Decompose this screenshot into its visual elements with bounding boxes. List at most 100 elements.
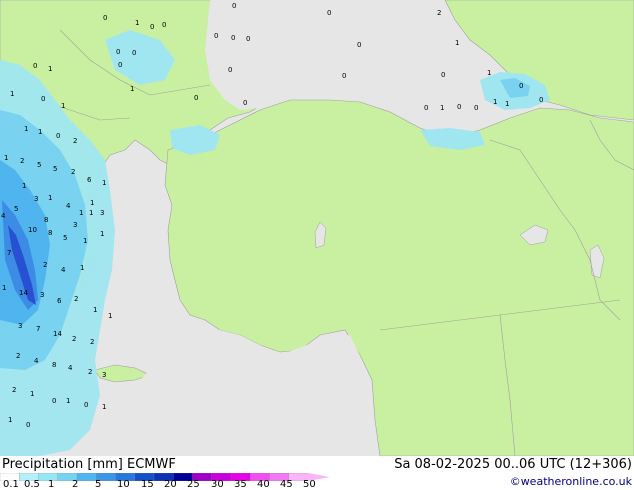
value-label: 2 (20, 157, 24, 165)
value-label: 1 (89, 209, 93, 217)
value-label: 3 (102, 371, 106, 379)
value-label: 1 (108, 312, 112, 320)
value-label: 1 (8, 416, 12, 424)
value-label: 0 (52, 397, 56, 405)
value-label: 0 (342, 72, 346, 80)
value-label: 4 (68, 364, 73, 372)
value-label: 0 (539, 96, 543, 104)
value-label: 0 (246, 35, 250, 43)
scale-tick: 5 (95, 479, 102, 490)
value-label: 7 (7, 249, 11, 257)
value-label: 5 (53, 165, 57, 173)
value-label: 6 (57, 297, 62, 305)
value-label: 1 (24, 125, 28, 133)
value-label: 0 (194, 94, 198, 102)
product-title: Precipitation [mm] ECMWF (2, 457, 176, 472)
value-label: 3 (34, 195, 38, 203)
value-label: 2 (72, 335, 76, 343)
value-label: 0 (457, 103, 461, 111)
value-label: 1 (440, 104, 444, 112)
value-label: 3 (100, 209, 104, 217)
value-label: 7 (36, 325, 40, 333)
precipitation-map: 0 0 1 0 0 0 2 0 1 0 0 0 0 0 0 1 0 0 1 0 … (0, 0, 634, 456)
value-label: 4 (34, 357, 39, 365)
value-label: 0 (231, 34, 235, 42)
value-label: 4 (61, 266, 66, 274)
value-label: 0 (162, 21, 166, 29)
value-label: 0 (103, 14, 107, 22)
value-label: 1 (38, 128, 42, 136)
value-label: 0 (243, 99, 247, 107)
scale-tick: 2 (72, 479, 79, 490)
value-label: 2 (71, 168, 75, 176)
value-label: 10 (28, 226, 37, 234)
value-label: 1 (30, 390, 34, 398)
value-label: 8 (48, 229, 52, 237)
value-label: 1 (80, 264, 84, 272)
scale-tick: 40 (257, 479, 270, 490)
value-label: 2 (74, 295, 78, 303)
map-footer: Precipitation [mm] ECMWF Sa 08-02-2025 0… (0, 456, 634, 490)
scale-tick: 50 (303, 479, 316, 490)
value-label: 1 (48, 65, 52, 73)
value-label: 0 (84, 401, 88, 409)
value-label: 1 (79, 209, 83, 217)
value-label: 4 (1, 212, 6, 220)
scale-tick: 45 (280, 479, 293, 490)
value-label: 5 (14, 205, 18, 213)
value-label: 1 (10, 90, 14, 98)
scale-tick: 0.5 (24, 479, 40, 490)
source-credit[interactable]: ©weatheronline.co.uk (510, 475, 632, 488)
value-label: 1 (102, 179, 106, 187)
value-label: 1 (90, 199, 94, 207)
value-label: 0 (424, 104, 428, 112)
scale-tick: 20 (164, 479, 177, 490)
scale-tick: 30 (211, 479, 224, 490)
value-label: 0 (232, 2, 236, 10)
scale-tick: 25 (187, 479, 200, 490)
value-label: 5 (37, 161, 41, 169)
value-label: 14 (53, 330, 62, 338)
value-label: 0 (132, 49, 136, 57)
scale-tick: 15 (141, 479, 154, 490)
value-label: 8 (52, 361, 56, 369)
value-label: 6 (87, 176, 92, 184)
value-label: 1 (48, 194, 52, 202)
value-label: 0 (33, 62, 37, 70)
value-label: 0 (56, 132, 60, 140)
value-label: 2 (90, 338, 94, 346)
value-label: 1 (455, 39, 459, 47)
value-label: 1 (135, 19, 139, 27)
scale-tick: 0.1 (3, 479, 19, 490)
value-label: 0 (26, 421, 30, 429)
valid-time: Sa 08-02-2025 00..06 UTC (12+306) (394, 457, 632, 472)
value-label: 2 (16, 352, 20, 360)
value-label: 2 (88, 368, 92, 376)
value-label: 5 (63, 234, 67, 242)
value-label: 0 (474, 104, 478, 112)
value-label: 1 (4, 154, 8, 162)
value-label: 0 (116, 48, 120, 56)
value-label: 0 (150, 23, 154, 31)
scale-tick: 1 (48, 479, 55, 490)
value-label: 1 (487, 69, 491, 77)
value-label: 0 (357, 41, 361, 49)
value-label: 1 (2, 284, 6, 292)
value-label: 0 (519, 82, 523, 90)
value-label: 4 (66, 202, 71, 210)
value-label: 1 (83, 237, 87, 245)
value-label: 1 (22, 182, 26, 190)
value-label: 3 (73, 221, 77, 229)
value-label: 2 (73, 137, 77, 145)
value-label: 0 (441, 71, 445, 79)
value-label: 0 (41, 95, 45, 103)
value-label: 3 (18, 322, 22, 330)
value-label: 1 (66, 397, 70, 405)
value-label: 2 (43, 261, 47, 269)
value-label: 0 (327, 9, 331, 17)
value-label: 2 (437, 9, 441, 17)
scale-tick: 10 (117, 479, 130, 490)
scale-tick: 35 (234, 479, 247, 490)
value-label: 0 (214, 32, 218, 40)
value-label: 0 (228, 66, 232, 74)
